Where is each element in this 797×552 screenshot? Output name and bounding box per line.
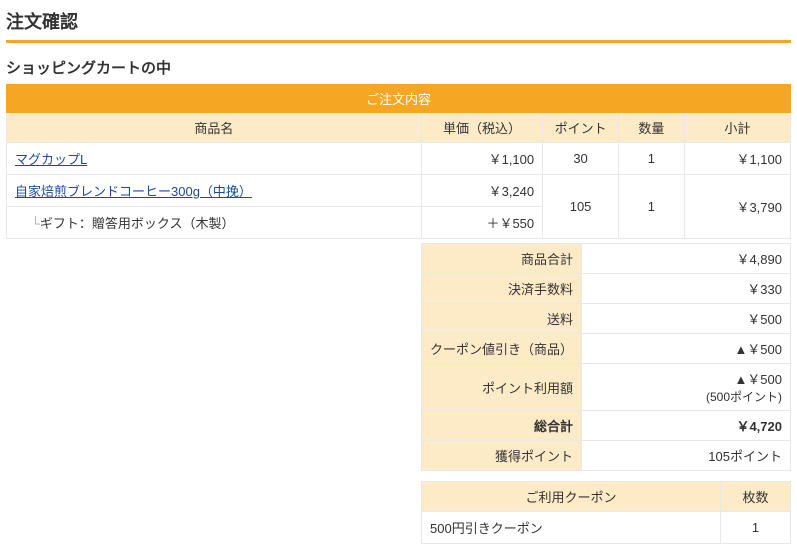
- th-coupon-name: ご利用クーポン: [422, 482, 721, 512]
- summary-row: 送料￥500: [422, 304, 791, 334]
- summary-row: 商品合計￥4,890: [422, 244, 791, 274]
- summary-value: 105ポイント: [582, 441, 791, 471]
- addon-price-cell: ＋￥550: [421, 207, 542, 239]
- summary-row: ポイント利用額▲￥500(500ポイント): [422, 364, 791, 411]
- page-title: 注文確認: [6, 8, 791, 34]
- summary-row: 獲得ポイント105ポイント: [422, 441, 791, 471]
- summary-value: ￥500: [582, 304, 791, 334]
- summary-label: ポイント利用額: [422, 364, 582, 411]
- summary-row: クーポン値引き（商品）▲￥500: [422, 334, 791, 364]
- summary-subvalue: (500ポイント): [706, 390, 782, 404]
- title-divider: [6, 40, 791, 43]
- coupon-table: ご利用クーポン 枚数 500円引きクーポン1: [421, 481, 791, 544]
- summary-label: 総合計: [422, 411, 582, 441]
- unit-price-cell: ￥3,240: [421, 175, 542, 207]
- summary-table: 商品合計￥4,890決済手数料￥330送料￥500クーポン値引き（商品）▲￥50…: [421, 243, 791, 471]
- qty-cell: 1: [619, 175, 685, 239]
- cart-subtitle: ショッピングカートの中: [6, 57, 791, 78]
- th-subtotal: 小計: [684, 113, 790, 143]
- summary-label: 商品合計: [422, 244, 582, 274]
- point-cell: 30: [543, 143, 619, 175]
- summary-label: クーポン値引き（商品）: [422, 334, 582, 364]
- summary-row: 総合計￥4,720: [422, 411, 791, 441]
- summary-label: 決済手数料: [422, 274, 582, 304]
- summary-row: 決済手数料￥330: [422, 274, 791, 304]
- qty-cell: 1: [619, 143, 685, 175]
- summary-value: ▲￥500(500ポイント): [582, 364, 791, 411]
- th-qty: 数量: [619, 113, 685, 143]
- coupon-row: 500円引きクーポン1: [422, 512, 791, 544]
- coupon-count: 1: [721, 512, 791, 544]
- summary-value: ￥4,890: [582, 244, 791, 274]
- addon-name-cell: ギフト：贈答用ボックス（木製）: [7, 207, 422, 239]
- point-cell: 105: [543, 175, 619, 239]
- subtotal-cell: ￥1,100: [684, 143, 790, 175]
- unit-price-cell: ￥1,100: [421, 143, 542, 175]
- table-row: マグカップL￥1,100301￥1,100: [7, 143, 791, 175]
- summary-value: ￥4,720: [582, 411, 791, 441]
- th-coupon-count: 枚数: [721, 482, 791, 512]
- product-name-cell: 自家焙煎ブレンドコーヒー300g（中挽）: [7, 175, 422, 207]
- th-name: 商品名: [7, 113, 422, 143]
- order-table: ご注文内容 商品名 単価（税込） ポイント 数量 小計 マグカップL ￥1,100…: [6, 84, 791, 239]
- addon-label: ギフト：贈答用ボックス（木製）: [15, 216, 234, 231]
- coupon-name: 500円引きクーポン: [422, 512, 721, 544]
- summary-label: 送料: [422, 304, 582, 334]
- product-link[interactable]: マグカップL: [15, 152, 87, 167]
- summary-value: ￥330: [582, 274, 791, 304]
- summary-value: ▲￥500: [582, 334, 791, 364]
- summary-label: 獲得ポイント: [422, 441, 582, 471]
- subtotal-cell: ￥3,790: [684, 175, 790, 239]
- order-caption: ご注文内容: [7, 85, 791, 113]
- th-unit-price: 単価（税込）: [421, 113, 542, 143]
- product-name-cell: マグカップL: [7, 143, 422, 175]
- product-link[interactable]: 自家焙煎ブレンドコーヒー300g（中挽）: [15, 184, 252, 199]
- table-row: 自家焙煎ブレンドコーヒー300g（中挽）￥3,2401051￥3,790: [7, 175, 791, 207]
- th-point: ポイント: [543, 113, 619, 143]
